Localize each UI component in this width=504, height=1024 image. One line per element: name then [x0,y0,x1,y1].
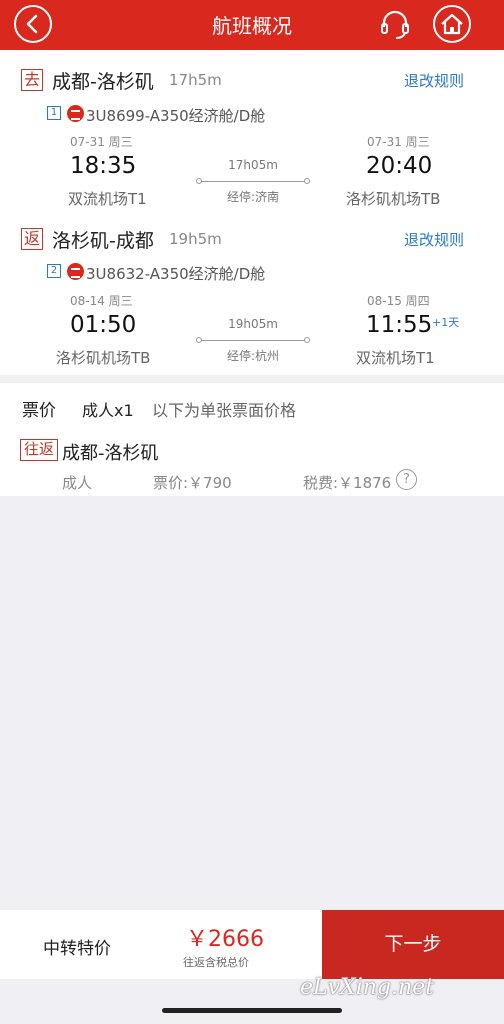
next-step-button[interactable]: 下一步 [322,910,504,979]
airline-logo-icon [67,263,84,280]
price-route: 成都-洛杉矶 [62,443,159,464]
return-route-line [199,340,307,341]
adult-count: 成人x1 [82,401,134,420]
return-seq-badge: 2 [47,264,61,278]
return-flight-info: 3U8632-A350经济舱/D舱 [86,265,266,283]
outbound-flight-duration: 17h05m [228,158,278,172]
home-icon [441,13,463,35]
return-dep-time: 01:50 [70,312,137,338]
total-price-note: 往返含税总价 [183,956,249,969]
return-rules-link[interactable]: 退改规则 [404,229,464,250]
return-arr-time: 11:55 [366,312,433,338]
outbound-flight-info: 3U8699-A350经济舱/D舱 [86,107,266,125]
route-dot [304,337,310,343]
help-icon[interactable]: ? [396,469,417,490]
return-tag: 返 [21,228,43,250]
return-flight-duration: 19h05m [228,317,278,331]
outbound-arr-airport: 洛杉矶机场TB [346,190,441,208]
outbound-stop: 经停:济南 [226,190,280,204]
transfer-special-label: 中转特价 [43,939,111,959]
page-title: 航班概况 [212,14,292,38]
flight-details-card: 去 成都-洛杉矶 17h5m 退改规则 1 3U8699-A350经济舱/D舱 … [0,50,504,375]
fare-amount: 票价:￥790 [153,474,232,492]
header-bar: 航班概况 [0,0,504,50]
outbound-seq-badge: 1 [47,106,61,120]
airline-logo-icon [67,105,84,122]
outbound-rules-link[interactable]: 退改规则 [404,70,464,91]
outbound-arr-time: 20:40 [366,153,433,179]
route-dot [196,178,202,184]
outbound-duration: 17h5m [169,71,222,89]
route-dot [196,337,202,343]
outbound-tag: 去 [21,69,43,91]
tax-amount: 税费:￥1876 [303,474,392,492]
outbound-dep-time: 18:35 [70,153,137,179]
bottom-bar: 中转特价 ￥2666 往返含税总价 下一步 [0,910,504,979]
round-trip-tag: 往返 [20,439,58,461]
return-route: 洛杉矶-成都 [52,230,154,252]
total-price: ￥2666 [186,927,264,952]
price-section: 票价 成人x1 以下为单张票面价格 往返 成都-洛杉矶 成人 票价:￥790 税… [0,383,504,496]
return-next-day-badge: +1天 [432,316,460,329]
return-duration: 19h5m [169,230,222,248]
return-dep-airport: 洛杉矶机场TB [56,349,151,367]
route-dot [304,178,310,184]
return-arr-airport: 双流机场T1 [356,349,435,367]
return-stop: 经停:杭州 [226,349,280,363]
watermark: eLvXing.net [300,975,435,1000]
return-dep-date: 08-14 周三 [70,294,133,308]
price-title: 票价 [22,401,56,421]
home-indicator[interactable] [162,1008,342,1013]
outbound-route-line [199,181,307,182]
outbound-dep-airport: 双流机场T1 [68,190,147,208]
customer-service-button[interactable] [376,5,414,43]
outbound-route: 成都-洛杉矶 [52,71,154,93]
outbound-arr-date: 07-31 周三 [367,135,430,149]
outbound-dep-date: 07-31 周三 [70,135,133,149]
home-button[interactable] [433,5,471,43]
price-note: 以下为单张票面价格 [152,401,297,420]
headset-icon [381,10,409,39]
return-arr-date: 08-15 周四 [367,294,430,308]
passenger-type: 成人 [62,474,93,492]
